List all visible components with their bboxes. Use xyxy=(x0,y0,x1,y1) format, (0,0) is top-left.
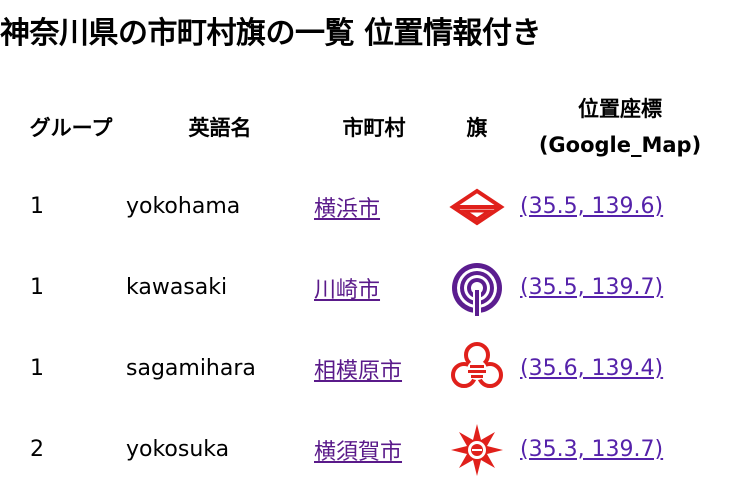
kawasaki-flag-icon xyxy=(452,262,502,316)
coordinates-cell: (35.5, 139.6) xyxy=(520,166,720,247)
table-row: 1 sagamihara 相模原市 (35.6, 139.4) xyxy=(16,328,720,409)
sagamihara-flag-icon xyxy=(451,341,503,388)
coordinates-link[interactable]: (35.5, 139.6) xyxy=(520,194,663,219)
flag-cell xyxy=(434,247,520,328)
english-name-cell: yokohama xyxy=(126,194,241,219)
header-english-name: 英語名 xyxy=(188,116,252,140)
header-coordinates-source: (Google_Map) xyxy=(538,133,702,157)
group-cell: 1 xyxy=(30,194,44,219)
header-group: グループ xyxy=(29,116,113,140)
page-title: 神奈川県の市町村旗の一覧 位置情報付き xyxy=(0,16,541,51)
municipality-link[interactable]: 横浜市 xyxy=(314,197,380,222)
english-name-cell: sagamihara xyxy=(126,356,256,381)
table-header-row: グループ 英語名 市町村 旗 位置座標 (Google_Map) xyxy=(16,88,720,166)
table-row: 1 yokohama 横浜市 (35.5, 139.6) xyxy=(16,166,720,247)
table-row: 2 yokosuka 横須賀市 (35.3, 139.7) xyxy=(16,409,720,490)
municipality-cell: 横須賀市 xyxy=(314,409,434,490)
group-cell: 1 xyxy=(30,275,44,300)
header-municipality: 市町村 xyxy=(342,116,406,140)
english-name-cell: kawasaki xyxy=(126,275,228,300)
coordinates-cell: (35.5, 139.7) xyxy=(520,247,720,328)
municipality-link[interactable]: 横須賀市 xyxy=(314,440,402,465)
municipality-cell: 川崎市 xyxy=(314,247,434,328)
coordinates-cell: (35.3, 139.7) xyxy=(520,409,720,490)
coordinates-link[interactable]: (35.3, 139.7) xyxy=(520,437,663,462)
group-cell: 1 xyxy=(30,356,44,381)
flag-cell xyxy=(434,328,520,409)
municipality-link[interactable]: 相模原市 xyxy=(314,359,402,384)
yokohama-flag-icon xyxy=(449,188,505,225)
header-coordinates-label: 位置座標 xyxy=(578,97,662,121)
yokosuka-flag-icon xyxy=(451,423,503,476)
coordinates-link[interactable]: (35.6, 139.4) xyxy=(520,356,663,381)
header-coordinates: 位置座標 (Google_Map) xyxy=(520,88,720,166)
coordinates-link[interactable]: (35.5, 139.7) xyxy=(520,275,663,300)
flag-cell xyxy=(434,409,520,490)
coordinates-cell: (35.6, 139.4) xyxy=(520,328,720,409)
municipality-cell: 横浜市 xyxy=(314,166,434,247)
municipality-cell: 相模原市 xyxy=(314,328,434,409)
municipal-flag-table: グループ 英語名 市町村 旗 位置座標 (Google_Map) 1 yokoh… xyxy=(16,88,720,490)
flag-cell xyxy=(434,166,520,247)
header-flag: 旗 xyxy=(466,116,488,140)
group-cell: 2 xyxy=(30,437,44,462)
table-row: 1 kawasaki 川崎市 (35.5, 139.7) xyxy=(16,247,720,328)
municipality-link[interactable]: 川崎市 xyxy=(314,278,380,303)
english-name-cell: yokosuka xyxy=(126,437,230,462)
